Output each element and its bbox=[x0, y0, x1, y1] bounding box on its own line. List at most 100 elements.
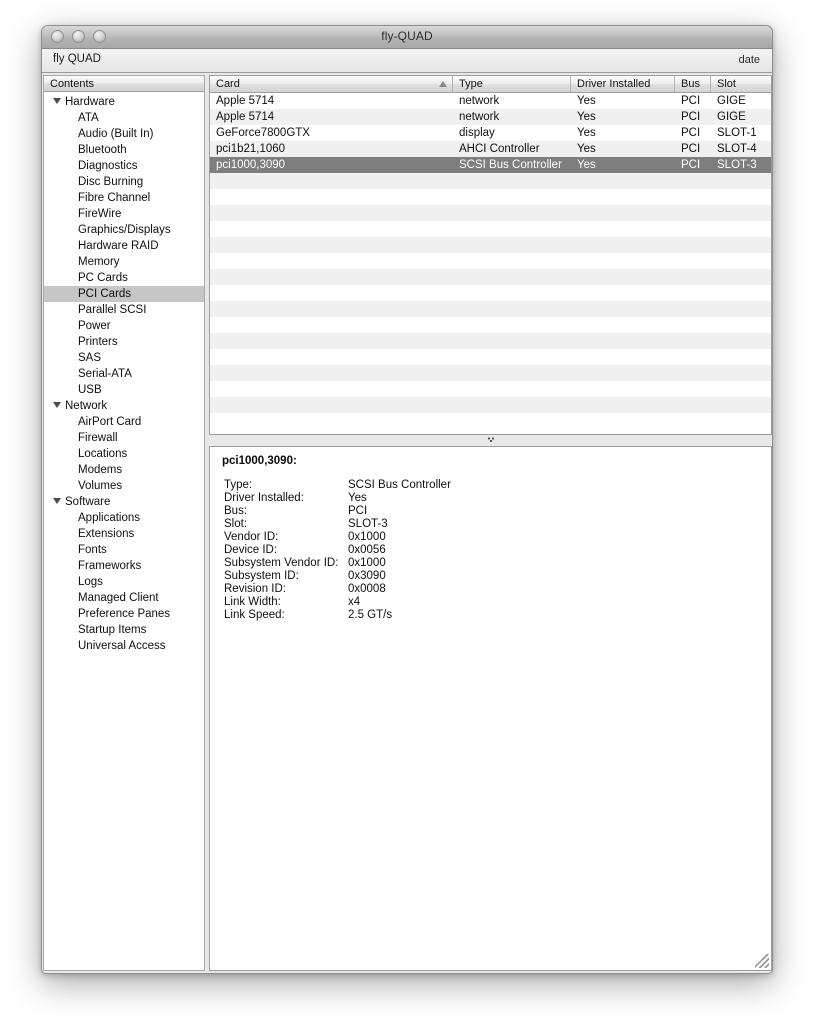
sidebar-item-label: Audio (Built In) bbox=[78, 128, 154, 140]
sidebar-item-applications[interactable]: Applications bbox=[44, 510, 204, 526]
sidebar-item-hardware[interactable]: Hardware bbox=[44, 94, 204, 110]
sidebar-item-serial-ata[interactable]: Serial-ATA bbox=[44, 366, 204, 382]
detail-pane: pci1000,3090: Type: SCSI Bus Controller Dr… bbox=[209, 446, 772, 971]
window-titlebar[interactable]: fly-QUAD bbox=[42, 26, 772, 49]
sidebar-item-airport-card[interactable]: AirPort Card bbox=[44, 414, 204, 430]
column-header-card[interactable]: Card bbox=[210, 76, 453, 92]
sidebar-item-preference-panes[interactable]: Preference Panes bbox=[44, 606, 204, 622]
table-row[interactable]: pci1b21,1060 AHCI Controller Yes PCI SLOT-4 bbox=[210, 141, 771, 157]
cell-bus: PCI bbox=[681, 143, 701, 155]
table-row[interactable]: Apple 5714 network Yes PCI GIGE bbox=[210, 93, 771, 109]
sidebar-item-modems[interactable]: Modems bbox=[44, 462, 204, 478]
sidebar-item-label: Memory bbox=[78, 256, 120, 268]
table-row-empty[interactable] bbox=[210, 237, 771, 253]
sidebar-item-memory[interactable]: Memory bbox=[44, 254, 204, 270]
sidebar-item-label: Preference Panes bbox=[78, 608, 171, 620]
sidebar-item-volumes[interactable]: Volumes bbox=[44, 478, 204, 494]
table-row-empty[interactable] bbox=[210, 333, 771, 349]
column-header-bus[interactable]: Bus bbox=[675, 76, 711, 92]
sidebar-item-logs[interactable]: Logs bbox=[44, 574, 204, 590]
detail-title: pci1000,3090: bbox=[222, 455, 297, 467]
table-row[interactable]: GeForce7800GTX display Yes PCI SLOT-1 bbox=[210, 125, 771, 141]
sidebar-item-managed-client[interactable]: Managed Client bbox=[44, 590, 204, 606]
cell-type: SCSI Bus Controller bbox=[459, 159, 562, 171]
detail-row: Vendor ID: 0x1000 bbox=[224, 531, 771, 544]
table-row-empty[interactable] bbox=[210, 189, 771, 205]
column-header-label: Type bbox=[459, 78, 483, 90]
sidebar-item-audio-built-in[interactable]: Audio (Built In) bbox=[44, 126, 204, 142]
table-row-empty[interactable] bbox=[210, 285, 771, 301]
sidebar-item-diagnostics[interactable]: Diagnostics bbox=[44, 158, 204, 174]
sidebar-item-ata[interactable]: ATA bbox=[44, 110, 204, 126]
column-header-slot[interactable]: Slot bbox=[711, 76, 771, 92]
sidebar-item-disc-burning[interactable]: Disc Burning bbox=[44, 174, 204, 190]
detail-value: PCI bbox=[348, 505, 368, 517]
column-header-label: Card bbox=[216, 78, 240, 90]
sidebar-item-label: Software bbox=[65, 496, 111, 508]
table-row-empty[interactable] bbox=[210, 205, 771, 221]
table-row[interactable]: Apple 5714 network Yes PCI GIGE bbox=[210, 109, 771, 125]
table-row-empty[interactable] bbox=[210, 173, 771, 189]
sidebar-item-power[interactable]: Power bbox=[44, 318, 204, 334]
sidebar-item-startup-items[interactable]: Startup Items bbox=[44, 622, 204, 638]
sidebar-item-label: Parallel SCSI bbox=[78, 304, 147, 316]
table-row-empty[interactable] bbox=[210, 269, 771, 285]
sidebar-item-parallel-scsi[interactable]: Parallel SCSI bbox=[44, 302, 204, 318]
date-label[interactable]: date bbox=[739, 54, 760, 66]
column-header-label: Bus bbox=[681, 78, 700, 90]
table-row-empty[interactable] bbox=[210, 365, 771, 381]
table-row-empty[interactable] bbox=[210, 413, 771, 429]
table-body[interactable]: Apple 5714 network Yes PCI GIGE Apple 5714 net… bbox=[210, 93, 771, 429]
cell-card: Apple 5714 bbox=[216, 111, 275, 123]
resize-grip-icon[interactable] bbox=[755, 954, 769, 968]
detail-label: Link Width: bbox=[224, 596, 281, 608]
detail-label: Link Speed: bbox=[224, 609, 285, 621]
sidebar-item-firewire[interactable]: FireWire bbox=[44, 206, 204, 222]
sidebar-item-printers[interactable]: Printers bbox=[44, 334, 204, 350]
column-header-label: Slot bbox=[717, 78, 736, 90]
table-row[interactable]: pci1000,3090 SCSI Bus Controller Yes PCI SLO… bbox=[210, 157, 771, 173]
sidebar-item-extensions[interactable]: Extensions bbox=[44, 526, 204, 542]
cell-driver: Yes bbox=[577, 143, 596, 155]
table-row-empty[interactable] bbox=[210, 301, 771, 317]
sidebar-item-firewall[interactable]: Firewall bbox=[44, 430, 204, 446]
toolbar: fly QUAD date bbox=[42, 49, 772, 73]
sidebar-item-fonts[interactable]: Fonts bbox=[44, 542, 204, 558]
disclosure-triangle-icon[interactable] bbox=[53, 402, 61, 408]
cell-bus: PCI bbox=[681, 159, 701, 171]
disclosure-triangle-icon[interactable] bbox=[53, 98, 61, 104]
sidebar-item-locations[interactable]: Locations bbox=[44, 446, 204, 462]
disclosure-triangle-icon[interactable] bbox=[53, 498, 61, 504]
sidebar-item-universal-access[interactable]: Universal Access bbox=[44, 638, 204, 654]
column-header-driver[interactable]: Driver Installed bbox=[571, 76, 675, 92]
sidebar-item-bluetooth[interactable]: Bluetooth bbox=[44, 142, 204, 158]
machine-path-label[interactable]: fly QUAD bbox=[53, 53, 101, 65]
sidebar-item-label: USB bbox=[78, 384, 102, 396]
table-row-empty[interactable] bbox=[210, 349, 771, 365]
sidebar-item-frameworks[interactable]: Frameworks bbox=[44, 558, 204, 574]
sidebar-item-pci-cards[interactable]: PCI Cards bbox=[44, 286, 204, 302]
sidebar-item-label: Power bbox=[78, 320, 111, 332]
sidebar-item-usb[interactable]: USB bbox=[44, 382, 204, 398]
sidebar-item-label: Bluetooth bbox=[78, 144, 127, 156]
detail-value: 0x0056 bbox=[348, 544, 386, 556]
sidebar-item-software[interactable]: Software bbox=[44, 494, 204, 510]
sidebar-item-pc-cards[interactable]: PC Cards bbox=[44, 270, 204, 286]
screen: fly-QUAD fly QUAD date Contents Hardware… bbox=[0, 0, 813, 1029]
sidebar-item-sas[interactable]: SAS bbox=[44, 350, 204, 366]
table-row-empty[interactable] bbox=[210, 397, 771, 413]
table-row-empty[interactable] bbox=[210, 381, 771, 397]
sidebar-item-fibre-channel[interactable]: Fibre Channel bbox=[44, 190, 204, 206]
column-header-type[interactable]: Type bbox=[453, 76, 571, 92]
sidebar-item-hardware-raid[interactable]: Hardware RAID bbox=[44, 238, 204, 254]
sidebar-item-graphics-displays[interactable]: Graphics/Displays bbox=[44, 222, 204, 238]
table-row-empty[interactable] bbox=[210, 221, 771, 237]
contents-tree[interactable]: Hardware ATA Audio (Built In) Bluetooth Diag… bbox=[44, 92, 204, 654]
sidebar-item-network[interactable]: Network bbox=[44, 398, 204, 414]
pane-splitter[interactable] bbox=[209, 435, 772, 446]
detail-label: Driver Installed: bbox=[224, 492, 304, 504]
table-row-empty[interactable] bbox=[210, 317, 771, 333]
splitter-grip-icon[interactable] bbox=[487, 437, 494, 442]
cell-slot: SLOT-1 bbox=[717, 127, 757, 139]
table-row-empty[interactable] bbox=[210, 253, 771, 269]
